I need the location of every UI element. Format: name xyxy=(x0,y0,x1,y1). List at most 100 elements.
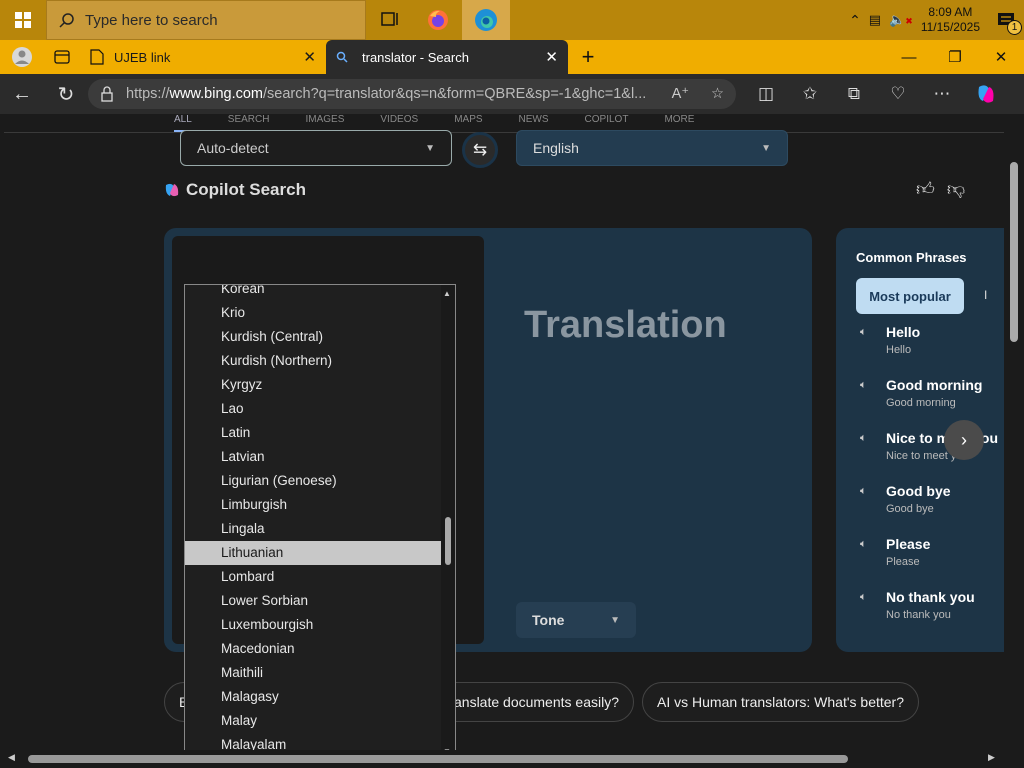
window-controls: — ❐ ✕ xyxy=(886,40,1024,74)
tab-translator-search[interactable]: translator - Search ✕ xyxy=(326,40,568,74)
read-aloud-icon[interactable]: A⁺ xyxy=(662,86,689,102)
scroll-left-icon[interactable]: ◀ xyxy=(8,752,15,763)
translation-placeholder: Translation xyxy=(524,304,727,346)
listbox-scroll-thumb[interactable] xyxy=(445,517,451,565)
phrase-item[interactable]: 🔈︎ Good bye Good bye xyxy=(860,483,1000,515)
thumbs-up-icon[interactable]: 👍︎ xyxy=(916,178,935,200)
favorite-star-icon[interactable]: ☆ xyxy=(711,86,724,102)
language-option[interactable]: Luxembourgish xyxy=(185,613,441,637)
browser-essentials-icon[interactable]: ♡ xyxy=(876,74,920,114)
refresh-button[interactable]: ↻ xyxy=(44,74,88,114)
next-tab-label[interactable]: I xyxy=(984,288,987,302)
windows-start-button[interactable] xyxy=(0,0,46,40)
language-option[interactable]: Latvian xyxy=(185,445,441,469)
phrase-item[interactable]: 🔈︎ Good morning Good morning xyxy=(860,377,1000,409)
restore-button[interactable]: ❐ xyxy=(932,40,978,74)
language-option[interactable]: Korean xyxy=(185,285,441,301)
language-option[interactable]: Ligurian (Genoese) xyxy=(185,469,441,493)
language-option[interactable]: Lombard xyxy=(185,565,441,589)
plus-icon: + xyxy=(581,44,595,69)
language-option[interactable]: Krio xyxy=(185,301,441,325)
tone-label: Tone xyxy=(532,612,565,628)
language-option[interactable]: Kurdish (Central) xyxy=(185,325,441,349)
phrase-item[interactable]: 🔈︎ Please Please xyxy=(860,536,1000,568)
phrase-item[interactable]: 🔈︎ No thank you No thank you xyxy=(860,589,1000,621)
page-horizontal-scrollbar[interactable]: ◀ ▶ xyxy=(0,750,1024,768)
language-option[interactable]: Lithuanian xyxy=(185,541,441,565)
address-toolbar: ← ↻ https://www.bing.com/search?q=transl… xyxy=(0,74,1024,114)
profile-button[interactable] xyxy=(0,40,44,74)
tab-actions-button[interactable] xyxy=(44,40,80,74)
network-icon[interactable]: ▤ xyxy=(869,12,881,28)
browser-tab-bar: UJEB link ✕ translator - Search ✕ + — ❐ … xyxy=(0,40,1024,74)
taskbar-search-box[interactable]: Type here to search xyxy=(46,0,366,40)
copilot-title-text: Copilot Search xyxy=(186,180,306,199)
close-tab-icon[interactable]: ✕ xyxy=(303,48,316,66)
phrase-translation: Please xyxy=(886,556,920,568)
page-vscroll-thumb[interactable] xyxy=(1010,162,1018,342)
language-listbox[interactable]: Korean Krio Kurdish (Central) Kurdish (Nort… xyxy=(184,284,456,768)
page-vertical-scrollbar[interactable] xyxy=(1004,114,1024,750)
back-button[interactable]: ← xyxy=(0,74,44,114)
chevron-right-icon: › xyxy=(961,429,967,450)
split-screen-icon[interactable]: ◫ xyxy=(744,74,788,114)
system-tray: ⌃ ▤ 🔈✖ 8:09 AM 11/15/2025 1 xyxy=(849,0,1024,40)
address-bar[interactable]: https://www.bing.com/search?q=translator… xyxy=(88,79,736,109)
tab-most-popular[interactable]: Most popular xyxy=(856,278,964,314)
minimize-button[interactable]: — xyxy=(886,40,932,74)
page-hscroll-thumb[interactable] xyxy=(28,755,848,763)
suggestion-text: AI vs Human translators: What's better? xyxy=(657,694,904,710)
language-option[interactable]: Malagasy xyxy=(185,685,441,709)
language-option[interactable]: Kurdish (Northern) xyxy=(185,349,441,373)
speaker-icon[interactable]: 🔈︎ xyxy=(860,377,886,409)
phrases-next-button[interactable]: › xyxy=(944,420,984,460)
phrase-text: Please xyxy=(886,536,931,552)
windows-taskbar: Type here to search ⌃ ▤ 🔈✖ 8:09 AM 11/15… xyxy=(0,0,1024,40)
source-language-dropdown[interactable]: Auto-detect ▼ xyxy=(180,130,452,166)
tone-dropdown[interactable]: Tone ▼ xyxy=(516,602,636,638)
phrase-item[interactable]: 🔈︎ Hello Hello xyxy=(860,324,1000,356)
scroll-up-icon[interactable]: ▲ xyxy=(443,289,451,298)
suggestion-pill[interactable]: AI vs Human translators: What's better? xyxy=(642,682,919,722)
volume-muted-icon[interactable]: 🔈✖ xyxy=(889,12,913,28)
language-option[interactable]: Limburgish xyxy=(185,493,441,517)
copilot-icon[interactable] xyxy=(964,74,1008,114)
speaker-icon[interactable]: 🔈︎ xyxy=(860,589,886,621)
phrase-text: Good morning xyxy=(886,377,983,393)
collections-icon[interactable]: ⧉ xyxy=(832,74,876,114)
listbox-scrollbar[interactable]: ▲ ▼ xyxy=(441,285,455,767)
language-option[interactable]: Lao xyxy=(185,397,441,421)
settings-more-icon[interactable]: ⋯ xyxy=(920,74,964,114)
favorites-icon[interactable]: ✩ xyxy=(788,74,832,114)
back-arrow-icon: ← xyxy=(12,82,32,105)
language-option[interactable]: Malay xyxy=(185,709,441,733)
edge-taskbar-button[interactable] xyxy=(462,0,510,40)
new-tab-button[interactable]: + xyxy=(568,40,608,74)
speaker-icon[interactable]: 🔈︎ xyxy=(860,483,886,515)
suggestion-text: anslate documents easily? xyxy=(454,694,619,710)
language-option[interactable]: Kyrgyz xyxy=(185,373,441,397)
chevron-up-icon[interactable]: ⌃ xyxy=(849,12,861,29)
language-option[interactable]: Latin xyxy=(185,421,441,445)
language-option[interactable]: Macedonian xyxy=(185,637,441,661)
thumbs-down-icon[interactable]: 👎︎ xyxy=(947,178,965,200)
speaker-icon[interactable]: 🔈︎ xyxy=(860,536,886,568)
close-tab-icon[interactable]: ✕ xyxy=(545,48,558,66)
feedback-buttons: 👍︎ 👎︎ xyxy=(916,178,965,200)
scroll-right-icon[interactable]: ▶ xyxy=(988,752,995,763)
nav-maps[interactable]: MAPS xyxy=(454,114,482,132)
swap-languages-button[interactable]: ⇆ xyxy=(462,132,498,168)
notification-center-button[interactable]: 1 xyxy=(988,0,1024,40)
language-option[interactable]: Lower Sorbian xyxy=(185,589,441,613)
clock[interactable]: 8:09 AM 11/15/2025 xyxy=(921,5,980,35)
close-window-button[interactable]: ✕ xyxy=(978,40,1024,74)
language-option[interactable]: Lingala xyxy=(185,517,441,541)
phrase-translation: Good morning xyxy=(886,397,956,409)
speaker-icon[interactable]: 🔈︎ xyxy=(860,430,886,462)
target-language-dropdown[interactable]: English ▼ xyxy=(516,130,788,166)
task-view-button[interactable] xyxy=(366,0,414,40)
language-option[interactable]: Maithili xyxy=(185,661,441,685)
tab-ujeb-link[interactable]: UJEB link ✕ xyxy=(80,40,326,74)
speaker-icon[interactable]: 🔈︎ xyxy=(860,324,886,356)
firefox-taskbar-button[interactable] xyxy=(414,0,462,40)
